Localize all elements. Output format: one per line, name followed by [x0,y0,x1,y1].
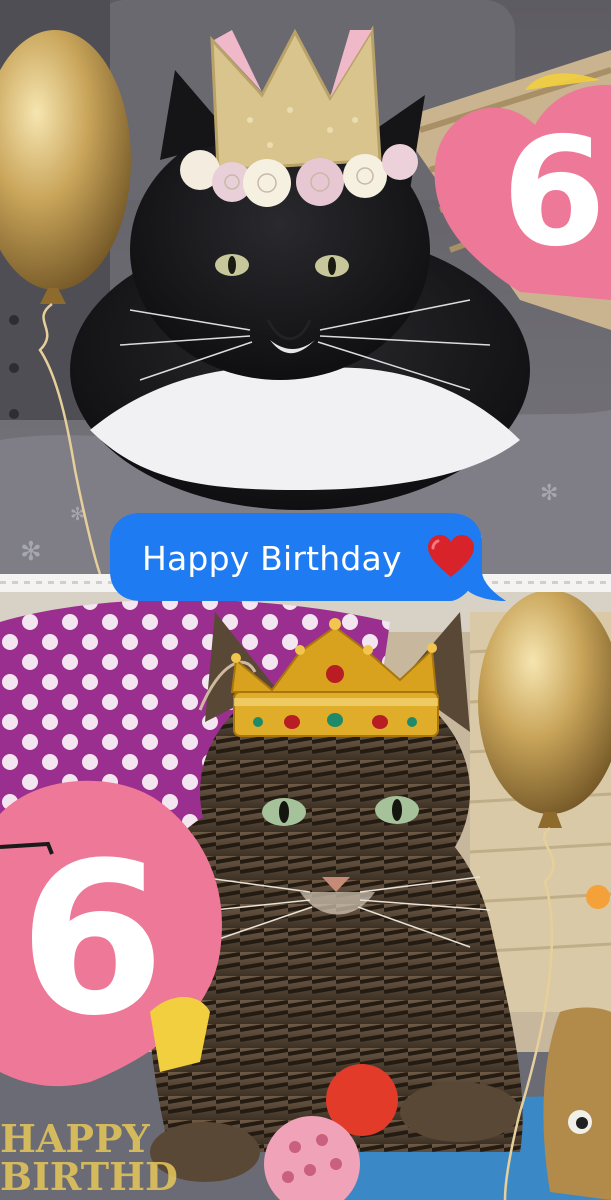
message-text: Happy Birthday [142,539,402,578]
top-photo-scene: ✻ ✻ ✻ ✻ [0,0,611,574]
mat-text-line2: BIRTHD [0,1154,178,1199]
mat-text-line1: HAPPY [0,1116,150,1161]
birthday-collage: ✻ ✻ ✻ ✻ [0,0,611,1200]
cat-paw-right [400,1082,520,1142]
sticker-number-bottom: 6 [18,817,166,1062]
sticker-number-top: 6 [501,106,607,280]
glitter-crown [210,25,382,172]
orange-decoration [586,885,610,909]
mat-text: HAPPY BIRTHD [0,1120,190,1200]
fish-toy [543,1007,611,1200]
red-heart-icon [428,535,474,577]
top-photo-panel: ✻ ✻ ✻ ✻ [0,0,611,574]
svg-text:✻: ✻ [540,480,558,505]
svg-text:✻: ✻ [20,536,42,566]
